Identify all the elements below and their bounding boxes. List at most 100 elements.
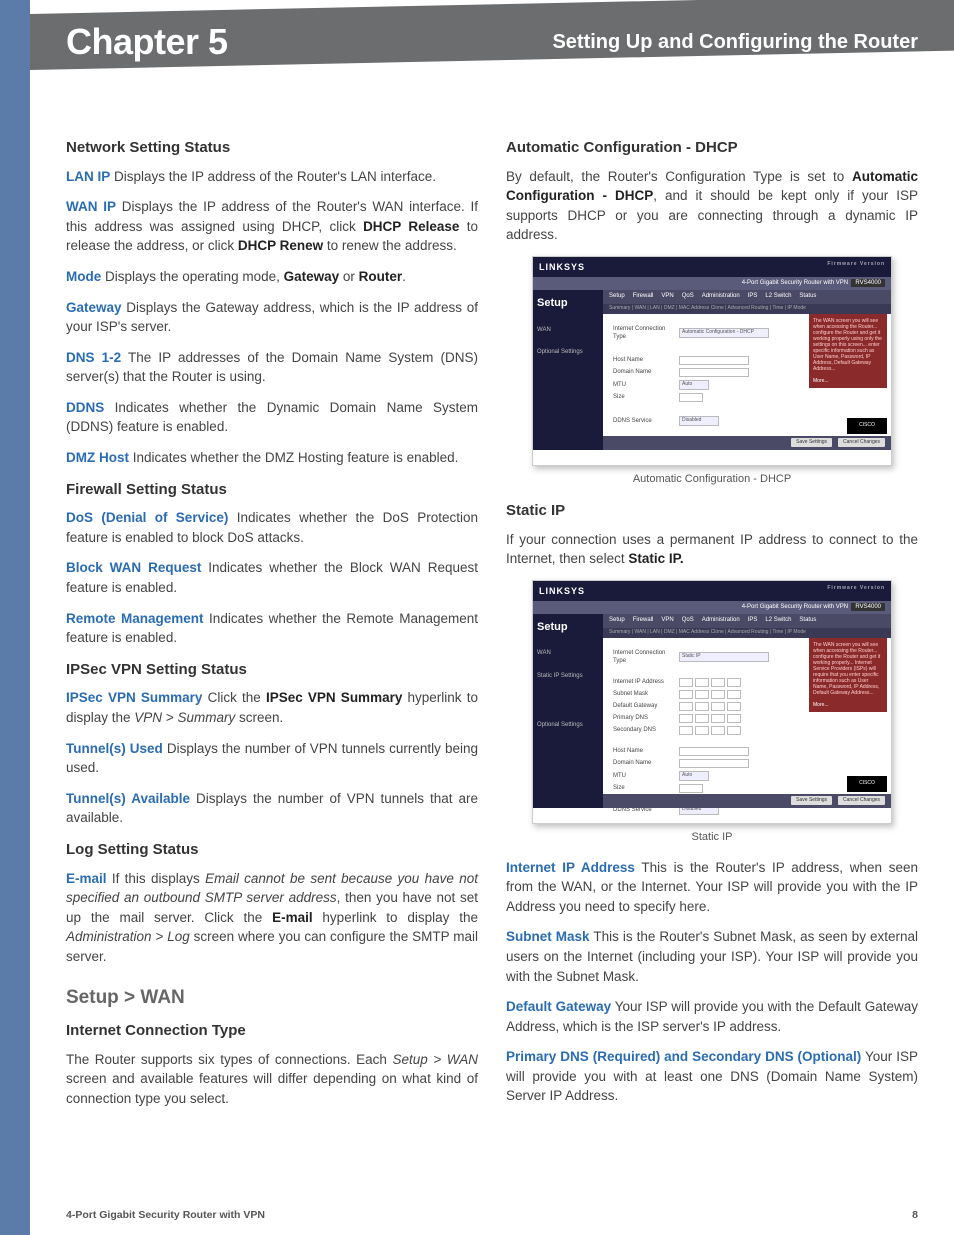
heading-firewall-setting: Firewall Setting Status <box>66 479 478 501</box>
bold: Gateway <box>284 269 340 284</box>
cancel-btn: Cancel Changes <box>838 438 885 447</box>
term-lan-ip: LAN IP <box>66 169 110 184</box>
brand-text: LINKSYS <box>539 261 585 273</box>
text: Displays the operating mode, <box>101 269 283 284</box>
cancel-btn: Cancel Changes <box>838 796 885 805</box>
term-ipsec-summary: IPSec VPN Summary <box>66 690 202 705</box>
italic: Administration > Log <box>66 929 190 944</box>
fig-help-box: The WAN screen you will see when accessi… <box>809 638 887 712</box>
more-link: More... <box>813 378 883 384</box>
para-dhcp: By default, the Router's Configuration T… <box>506 167 918 245</box>
fig-model-bar: 4-Port Gigabit Security Router with VPN … <box>533 277 891 290</box>
row-ddns: DDNS ServiceDisabled <box>613 416 881 426</box>
label: Internet Connection Type <box>613 325 673 342</box>
row-sdns: Secondary DNS <box>613 726 881 735</box>
term-ddns: DDNS <box>66 400 104 415</box>
para-subnet: Subnet Mask This is the Router's Subnet … <box>506 927 918 986</box>
row-pdns: Primary DNS <box>613 714 881 723</box>
tab: Setup <box>609 292 625 302</box>
text: If this displays <box>107 871 206 886</box>
label: Host Name <box>613 356 673 365</box>
label: Internet IP Address <box>613 678 673 687</box>
label: Primary DNS <box>613 714 673 723</box>
term-wan-ip: WAN IP <box>66 199 116 214</box>
heading-log-setting: Log Setting Status <box>66 839 478 861</box>
tab: VPN <box>661 292 673 302</box>
input <box>679 368 749 377</box>
heading-ipsec-vpn: IPSec VPN Setting Status <box>66 659 478 681</box>
para-ipsec-summary: IPSec VPN Summary Click the IPSec VPN Su… <box>66 688 478 727</box>
tab: L2 Switch <box>765 616 791 626</box>
page-header: Chapter 5 Setting Up and Configuring the… <box>30 0 954 84</box>
figure-dhcp: LINKSYS Firmware Version 4-Port Gigabit S… <box>532 256 892 466</box>
term-pdns: Primary DNS (Required) and Secondary DNS… <box>506 1049 861 1064</box>
caption-dhcp: Automatic Configuration - DHCP <box>506 472 918 488</box>
brand-text: LINKSYS <box>539 585 585 597</box>
page: Chapter 5 Setting Up and Configuring the… <box>0 0 954 1235</box>
caption-static: Static IP <box>506 830 918 846</box>
select: Automatic Configuration - DHCP <box>679 328 769 338</box>
fig-model-bar: 4-Port Gigabit Security Router with VPN … <box>533 601 891 614</box>
row-size: Size <box>613 393 881 402</box>
fig-sidebar: Setup WAN Optional Settings <box>533 290 603 450</box>
heading-internet-conn-type: Internet Connection Type <box>66 1020 478 1042</box>
term-remote-mgmt: Remote Management <box>66 611 204 626</box>
figure-static: LINKSYS Firmware Version 4-Port Gigabit S… <box>532 580 892 824</box>
para-dos: DoS (Denial of Service) Indicates whethe… <box>66 508 478 547</box>
model-code: RVS4000 <box>851 603 885 611</box>
bold: DHCP Renew <box>238 238 323 253</box>
row-mtu: MTUAuto <box>613 771 881 781</box>
heading-auto-dhcp: Automatic Configuration - DHCP <box>506 137 918 159</box>
para-iip: Internet IP Address This is the Router's… <box>506 858 918 917</box>
tab: QoS <box>682 616 694 626</box>
text: Displays the IP address of the Router's … <box>110 169 436 184</box>
italic: Setup > WAN <box>393 1052 479 1067</box>
tab: QoS <box>682 292 694 302</box>
fig-help-box: The WAN screen you will see when accessi… <box>809 314 887 388</box>
tab: Setup <box>609 616 625 626</box>
bold: Static IP. <box>628 551 683 566</box>
text: or <box>339 269 359 284</box>
input <box>679 784 703 793</box>
para-dmz: DMZ Host Indicates whether the DMZ Hosti… <box>66 448 478 468</box>
footer-page: 8 <box>912 1208 918 1223</box>
fig-brand-bar: LINKSYS Firmware Version <box>533 581 891 601</box>
heading-setup-wan: Setup > WAN <box>66 984 478 1012</box>
sidebar-wan: WAN <box>537 649 599 658</box>
chapter-title: Chapter 5 <box>66 16 228 68</box>
section-title: Setting Up and Configuring the Router <box>552 28 918 57</box>
ip-grid <box>679 690 741 699</box>
term-subnet: Subnet Mask <box>506 929 590 944</box>
para-ict: The Router supports six types of connect… <box>66 1050 478 1109</box>
text: Click the <box>202 690 266 705</box>
model-text: 4-Port Gigabit Security Router with VPN <box>742 604 848 610</box>
term-block-wan: Block WAN Request <box>66 560 201 575</box>
term-iip: Internet IP Address <box>506 860 635 875</box>
ip-grid <box>679 726 741 735</box>
label: Internet Connection Type <box>613 649 673 666</box>
label: Size <box>613 393 673 402</box>
para-ddns: DDNS Indicates whether the Dynamic Domai… <box>66 398 478 437</box>
fw-text: Firmware Version <box>827 261 885 273</box>
row-domain: Domain Name <box>613 759 881 768</box>
italic: VPN > Summary <box>134 710 235 725</box>
label: Domain Name <box>613 759 673 768</box>
para-block-wan: Block WAN Request Indicates whether the … <box>66 558 478 597</box>
header-inner: Chapter 5 Setting Up and Configuring the… <box>30 14 954 70</box>
select: Auto <box>679 380 709 390</box>
input <box>679 356 749 365</box>
label: MTU <box>613 381 673 390</box>
text: screen. <box>235 710 283 725</box>
para-default-gw: Default Gateway Your ISP will provide yo… <box>506 997 918 1036</box>
label: Host Name <box>613 747 673 756</box>
right-column: Automatic Configuration - DHCP By defaul… <box>506 129 918 1119</box>
fw-text: Firmware Version <box>827 585 885 597</box>
left-column: Network Setting Status LAN IP Displays t… <box>66 129 478 1119</box>
text: By default, the Router's Configuration T… <box>506 169 852 184</box>
label: MTU <box>613 772 673 781</box>
text: Displays the Gateway address, which is t… <box>66 300 478 335</box>
text: The IP addresses of the Domain Name Syst… <box>66 350 478 385</box>
tab: Status <box>799 292 816 302</box>
term-dos: DoS (Denial of Service) <box>66 510 228 525</box>
fig-tabs: Setup Firewall VPN QoS Administration IP… <box>603 290 891 304</box>
